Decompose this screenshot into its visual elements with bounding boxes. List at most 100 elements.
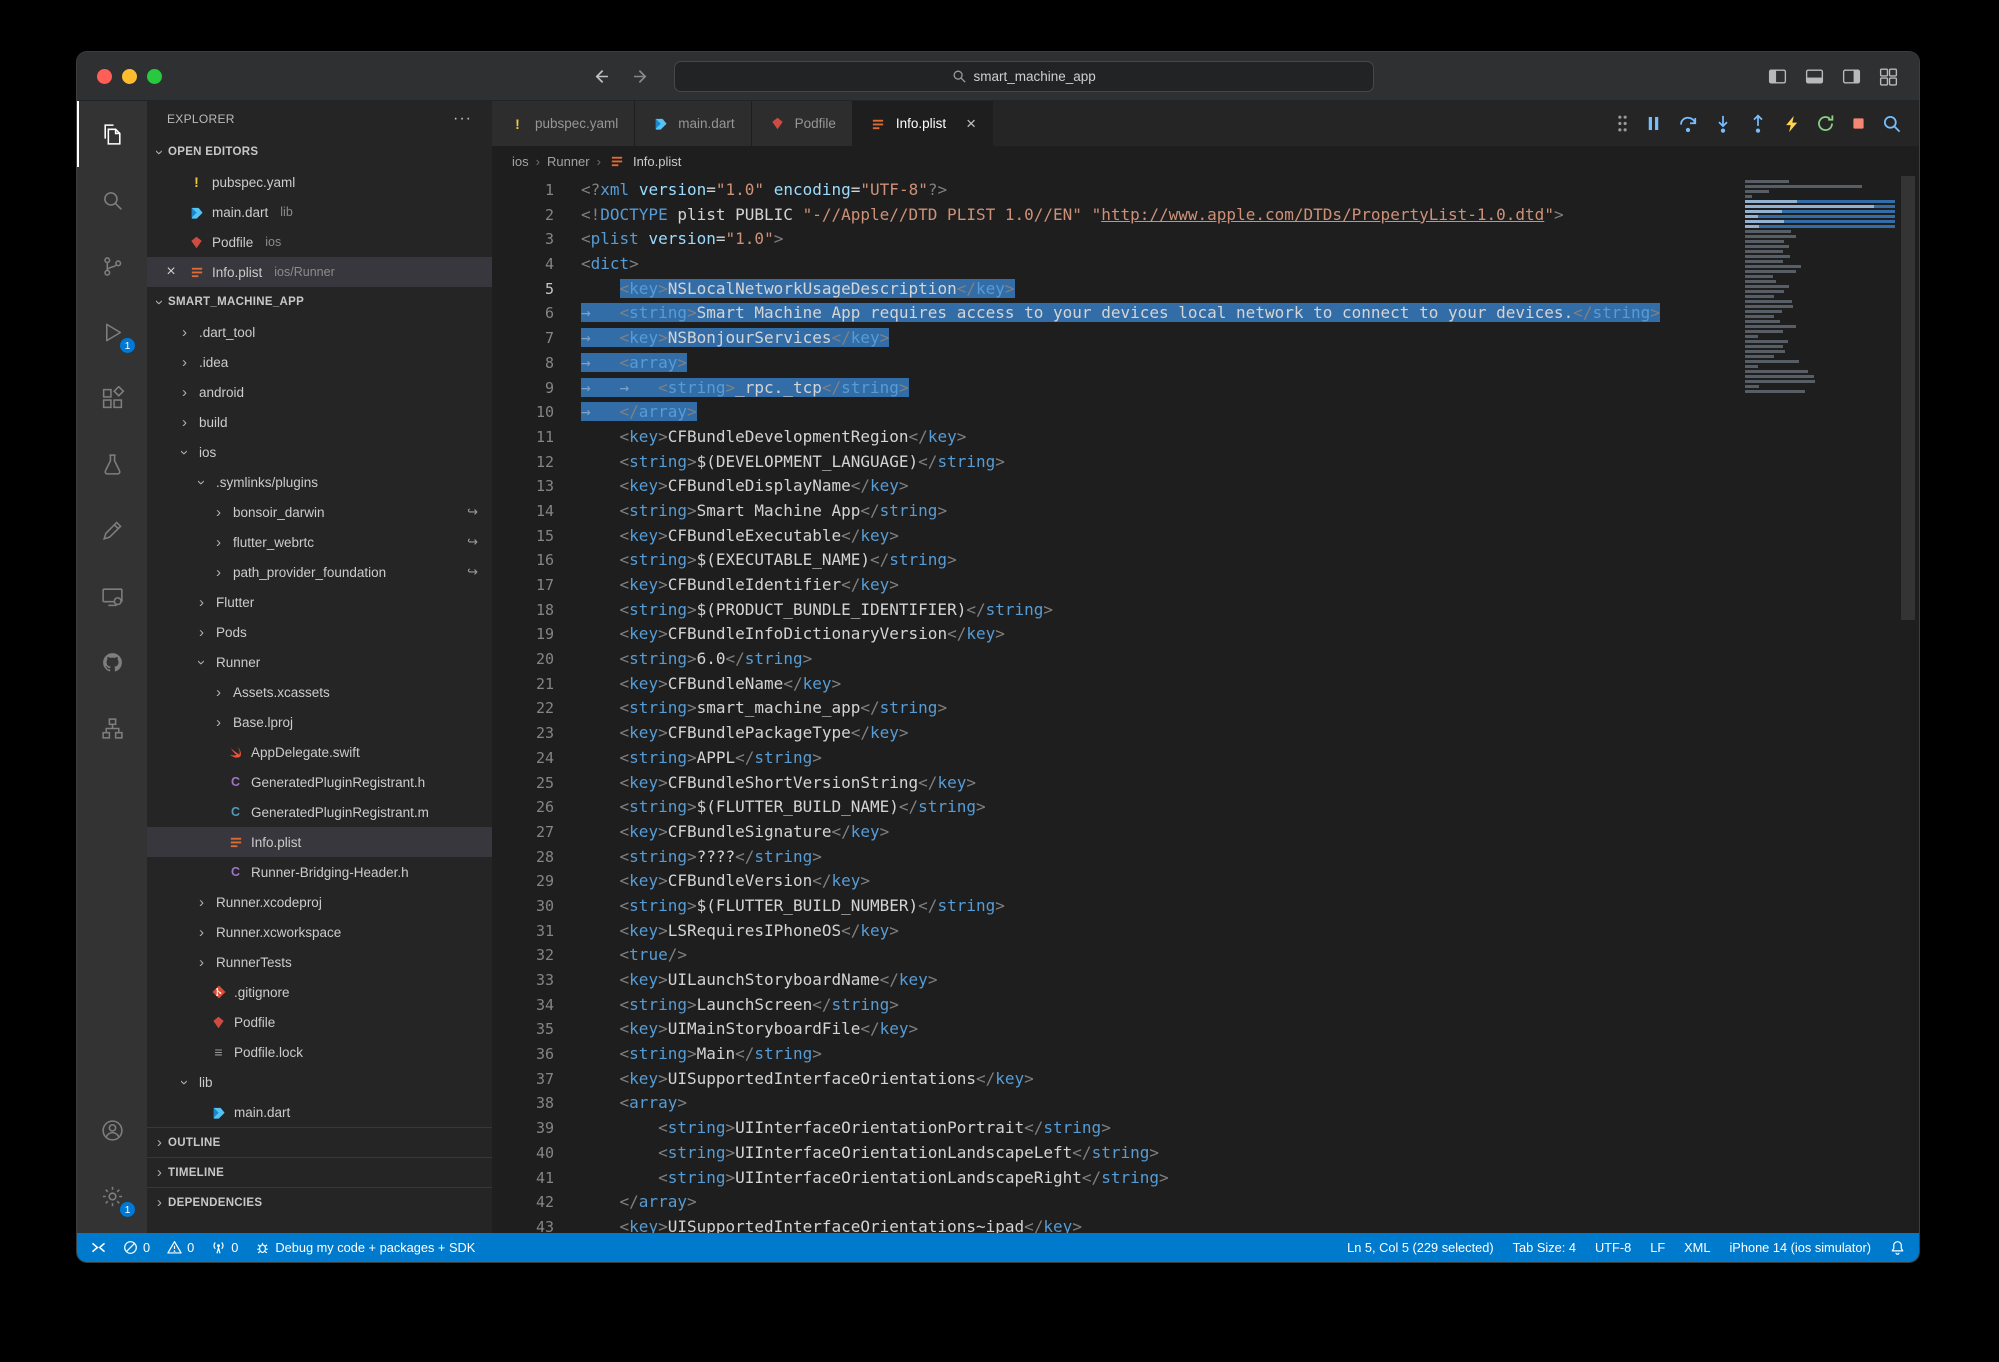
zoom-window-button[interactable]	[147, 69, 162, 84]
code-line[interactable]: 12 <string>$(DEVELOPMENT_LANGUAGE)</stri…	[492, 450, 1739, 475]
tab-Info.plist[interactable]: Info.plist×	[853, 101, 993, 146]
tree-item-folder[interactable]: ›path_provider_foundation↪	[147, 557, 492, 587]
customize-layout-icon[interactable]	[1878, 66, 1899, 87]
code-line[interactable]: 1<?xml version="1.0" encoding="UTF-8"?>	[492, 178, 1739, 203]
status-text[interactable]: iPhone 14 (ios simulator)	[1729, 1240, 1871, 1255]
code-line[interactable]: 17 <key>CFBundleIdentifier</key>	[492, 573, 1739, 598]
toggle-sidebar-icon[interactable]	[1767, 66, 1788, 87]
code-line[interactable]: 16 <string>$(EXECUTABLE_NAME)</string>	[492, 548, 1739, 573]
status-bell[interactable]	[1890, 1240, 1905, 1255]
minimize-window-button[interactable]	[122, 69, 137, 84]
activity-remote-window[interactable]	[77, 563, 147, 629]
code-line[interactable]: 4<dict>	[492, 252, 1739, 277]
code-line[interactable]: 14 <string>Smart Machine App</string>	[492, 499, 1739, 524]
grip-icon[interactable]	[1616, 114, 1629, 133]
tab-main.dart[interactable]: main.dart	[635, 101, 751, 146]
activity-testing[interactable]	[77, 431, 147, 497]
code-line[interactable]: 15 <key>CFBundleExecutable</key>	[492, 524, 1739, 549]
tree-item-folder[interactable]: ›bonsoir_darwin↪	[147, 497, 492, 527]
step-out-icon[interactable]	[1748, 114, 1768, 134]
code-line[interactable]: 30 <string>$(FLUTTER_BUILD_NUMBER)</stri…	[492, 894, 1739, 919]
status-text[interactable]: UTF-8	[1595, 1240, 1631, 1255]
tree-item-folder[interactable]: ›Assets.xcassets	[147, 677, 492, 707]
code-line[interactable]: 21 <key>CFBundleName</key>	[492, 672, 1739, 697]
code-line[interactable]: 3<plist version="1.0">	[492, 227, 1739, 252]
scrollbar[interactable]	[1897, 176, 1919, 1233]
inspector-icon[interactable]	[1882, 114, 1901, 133]
step-over-icon[interactable]	[1678, 114, 1698, 134]
code-line[interactable]: 41 <string>UIInterfaceOrientationLandsca…	[492, 1166, 1739, 1191]
tree-item-file[interactable]: Info.plist	[147, 827, 492, 857]
code-line[interactable]: 26 <string>$(FLUTTER_BUILD_NAME)</string…	[492, 795, 1739, 820]
section-outline[interactable]: ›OUTLINE	[147, 1127, 492, 1157]
status-text[interactable]: Ln 5, Col 5 (229 selected)	[1347, 1240, 1494, 1255]
minimap[interactable]	[1745, 180, 1895, 395]
status-remote[interactable]	[91, 1241, 106, 1254]
tree-item-folder[interactable]: ›.dart_tool	[147, 317, 492, 347]
activity-explorer[interactable]	[77, 101, 147, 167]
tree-item-file[interactable]: CRunner-Bridging-Header.h	[147, 857, 492, 887]
code-line[interactable]: 37 <key>UISupportedInterfaceOrientations…	[492, 1067, 1739, 1092]
code-line[interactable]: 36 <string>Main</string>	[492, 1042, 1739, 1067]
close-icon[interactable]: ×	[966, 115, 976, 132]
tree-item-folder[interactable]: ›.idea	[147, 347, 492, 377]
tree-item-file[interactable]: ≡Podfile.lock	[147, 1037, 492, 1067]
code-editor[interactable]: 1<?xml version="1.0" encoding="UTF-8"?>2…	[492, 176, 1919, 1233]
breadcrumb-item[interactable]: ios	[512, 154, 529, 169]
code-line[interactable]: 33 <key>UILaunchStoryboardName</key>	[492, 968, 1739, 993]
code-line[interactable]: 32 <true/>	[492, 943, 1739, 968]
status-debug-bug[interactable]: Debug my code + packages + SDK	[255, 1240, 475, 1255]
tree-item-folder[interactable]: ›Runner.xcodeproj	[147, 887, 492, 917]
tree-item-file[interactable]: Podfile	[147, 1007, 492, 1037]
code-line[interactable]: 38 <array>	[492, 1091, 1739, 1116]
forward-button[interactable]	[633, 68, 650, 85]
code-line[interactable]: 40 <string>UIInterfaceOrientationLandsca…	[492, 1141, 1739, 1166]
status-error[interactable]: 0	[123, 1240, 150, 1255]
status-text[interactable]: XML	[1684, 1240, 1710, 1255]
step-into-icon[interactable]	[1713, 114, 1733, 134]
code-line[interactable]: 42 </array>	[492, 1190, 1739, 1215]
status-text[interactable]: Tab Size: 4	[1513, 1240, 1576, 1255]
more-actions-icon[interactable]: ···	[453, 110, 472, 128]
scrollbar-thumb[interactable]	[1901, 176, 1915, 620]
section-open-editors[interactable]: › OPEN EDITORS	[147, 137, 492, 167]
toggle-panel-icon[interactable]	[1804, 66, 1825, 87]
tree-item-folder[interactable]: ›Runner	[147, 647, 492, 677]
toggle-secondary-sidebar-icon[interactable]	[1841, 66, 1862, 87]
code-line[interactable]: 23 <key>CFBundlePackageType</key>	[492, 721, 1739, 746]
command-center-search[interactable]: smart_machine_app	[674, 61, 1374, 92]
tab-Podfile[interactable]: Podfile	[752, 101, 853, 146]
tree-item-folder[interactable]: ›RunnerTests	[147, 947, 492, 977]
tab-pubspec.yaml[interactable]: !pubspec.yaml	[492, 101, 635, 146]
tree-item-file[interactable]: CGeneratedPluginRegistrant.m	[147, 797, 492, 827]
activity-github[interactable]	[77, 629, 147, 695]
activity-account[interactable]	[77, 1097, 147, 1163]
code-line[interactable]: 10→ </array>	[492, 400, 1739, 425]
back-button[interactable]	[592, 68, 609, 85]
status-radio-tower[interactable]: 0	[211, 1240, 238, 1255]
tree-item-file[interactable]: AppDelegate.swift	[147, 737, 492, 767]
code-line[interactable]: 19 <key>CFBundleInfoDictionaryVersion</k…	[492, 622, 1739, 647]
activity-hierarchy[interactable]	[77, 695, 147, 761]
stop-icon[interactable]	[1850, 115, 1867, 132]
code-line[interactable]: 2<!DOCTYPE plist PUBLIC "-//Apple//DTD P…	[492, 203, 1739, 228]
code-line[interactable]: 34 <string>LaunchScreen</string>	[492, 993, 1739, 1018]
tree-item-folder[interactable]: ›android	[147, 377, 492, 407]
code-line[interactable]: 29 <key>CFBundleVersion</key>	[492, 869, 1739, 894]
breadcrumb-file[interactable]: Info.plist	[608, 152, 681, 170]
tree-item-folder[interactable]: ›lib	[147, 1067, 492, 1097]
code-line[interactable]: 24 <string>APPL</string>	[492, 746, 1739, 771]
code-line[interactable]: 5 <key>NSLocalNetworkUsageDescription</k…	[492, 277, 1739, 302]
activity-source-control[interactable]	[77, 233, 147, 299]
tree-item-folder[interactable]: ›.symlinks/plugins	[147, 467, 492, 497]
tree-item-folder[interactable]: ›Runner.xcworkspace	[147, 917, 492, 947]
code-line[interactable]: 43 <key>UISupportedInterfaceOrientations…	[492, 1215, 1739, 1233]
code-line[interactable]: 39 <string>UIInterfaceOrientationPortrai…	[492, 1116, 1739, 1141]
code-line[interactable]: 22 <string>smart_machine_app</string>	[492, 696, 1739, 721]
activity-pencil[interactable]	[77, 497, 147, 563]
code-line[interactable]: 7→ <key>NSBonjourServices</key>	[492, 326, 1739, 351]
tree-item-folder[interactable]: ›Base.lproj	[147, 707, 492, 737]
tree-item-file[interactable]: main.dart	[147, 1097, 492, 1127]
open-editor-item[interactable]: main.dartlib	[147, 197, 492, 227]
open-editor-item[interactable]: ×Info.plistios/Runner	[147, 257, 492, 287]
